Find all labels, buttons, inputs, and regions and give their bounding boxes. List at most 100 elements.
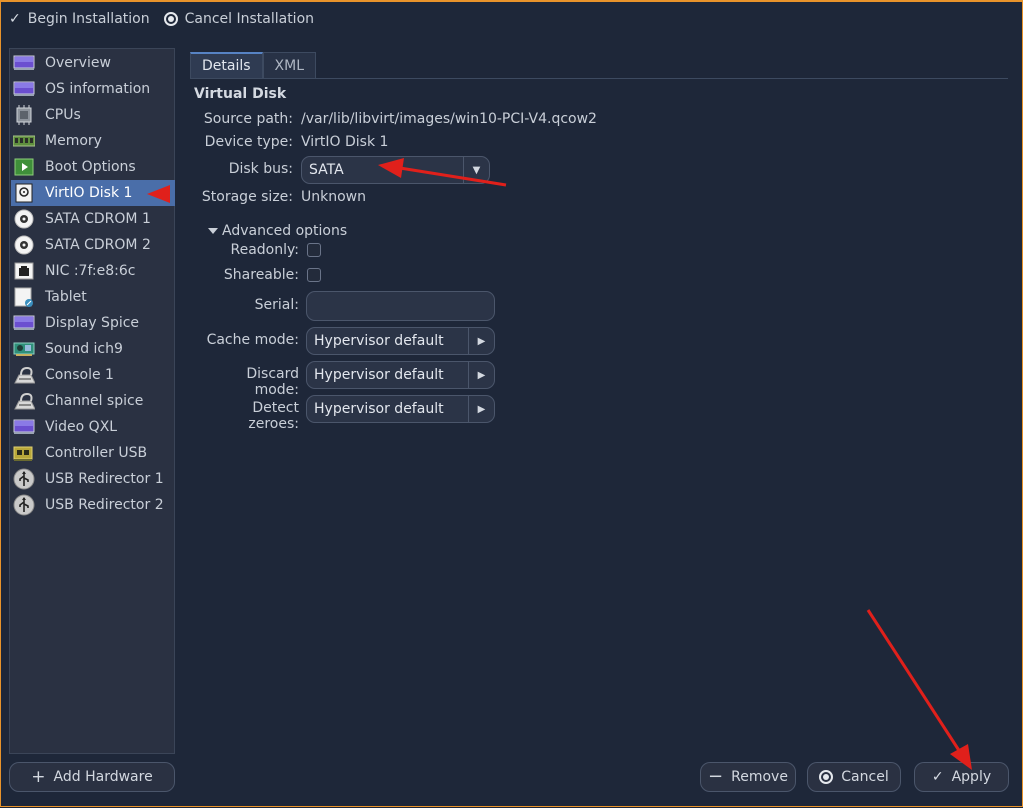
advanced-options-expander[interactable]: Advanced options (208, 223, 347, 239)
video-icon (13, 417, 35, 437)
begin-installation-button[interactable]: ✓ Begin Installation (9, 6, 150, 32)
sidebar-item-label: Channel spice (45, 393, 144, 409)
sidebar-item-sound-ich9[interactable]: Sound ich9 (11, 336, 175, 362)
storage-size-value: Unknown (301, 189, 366, 205)
sidebar-item-label: Boot Options (45, 159, 136, 175)
sidebar-item-label: SATA CDROM 2 (45, 237, 151, 253)
apply-label: Apply (951, 769, 992, 785)
sound-card-icon (13, 339, 35, 359)
discard-mode-select[interactable]: Hypervisor default ▶ (306, 361, 495, 389)
device-type-label: Device type: (204, 134, 293, 150)
sidebar-item-os-information[interactable]: OS information (11, 76, 175, 102)
sidebar-item-label: SATA CDROM 1 (45, 211, 151, 227)
cancel-label: Cancel (841, 769, 889, 785)
tab-label: XML (274, 57, 305, 74)
detail-tabs: Details XML (190, 52, 317, 79)
sidebar-item-usb-redirector-2[interactable]: USB Redirector 2 (11, 492, 175, 518)
sidebar-item-video-qxl[interactable]: Video QXL (11, 414, 175, 440)
sidebar-item-overview[interactable]: Overview (11, 50, 175, 76)
add-hardware-button[interactable]: + Add Hardware (9, 762, 175, 792)
detect-zeroes-label: Detect zeroes: (248, 400, 299, 432)
cancel-installation-button[interactable]: Cancel Installation (163, 6, 315, 32)
sidebar-item-cpus[interactable]: CPUs (11, 102, 175, 128)
chevron-right-icon: ▶ (468, 328, 494, 354)
disk-bus-select[interactable]: SATA ▼ (301, 156, 490, 184)
plus-icon: + (31, 766, 46, 787)
sidebar-item-label: Overview (45, 55, 111, 71)
sidebar-item-label: USB Redirector 1 (45, 471, 164, 487)
add-hardware-label: Add Hardware (53, 769, 153, 785)
checkmark-icon: ✓ (931, 769, 944, 785)
display-icon (13, 313, 35, 333)
memory-icon (13, 131, 35, 151)
disk-bus-value: SATA (309, 162, 344, 178)
serial-label: Serial: (254, 297, 299, 313)
expander-triangle-icon (208, 228, 218, 234)
sidebar-item-label: NIC :7f:e8:6c (45, 263, 136, 279)
chevron-right-icon: ▶ (468, 396, 494, 422)
detect-zeroes-select[interactable]: Hypervisor default ▶ (306, 395, 495, 423)
source-path-label: Source path: (203, 111, 293, 127)
sidebar-item-sata-cdrom-1[interactable]: SATA CDROM 1 (11, 206, 175, 232)
controller-icon (13, 443, 35, 463)
apply-button[interactable]: ✓ Apply (914, 762, 1009, 792)
hardware-list: Overview OS information CPUs Memory Boot… (9, 48, 175, 754)
sidebar-item-label: VirtIO Disk 1 (45, 185, 133, 201)
sidebar-item-memory[interactable]: Memory (11, 128, 175, 154)
sidebar-item-channel-spice[interactable]: Channel spice (11, 388, 175, 414)
tab-details[interactable]: Details (190, 52, 263, 78)
section-title: Virtual Disk (194, 86, 287, 102)
sidebar-item-virtio-disk-1[interactable]: VirtIO Disk 1 (11, 180, 175, 206)
sidebar-item-label: CPUs (45, 107, 81, 123)
remove-label: Remove (731, 769, 788, 785)
advanced-options-label: Advanced options (222, 223, 348, 239)
sidebar-item-label: Display Spice (45, 315, 140, 331)
sidebar-item-controller-usb[interactable]: Controller USB (11, 440, 175, 466)
readonly-label: Readonly: (230, 242, 300, 258)
chevron-right-icon: ▶ (468, 362, 494, 388)
sidebar-item-label: Console 1 (45, 367, 114, 383)
serial-field[interactable] (306, 291, 495, 321)
cache-mode-value: Hypervisor default (314, 333, 444, 349)
sidebar-item-usb-redirector-1[interactable]: USB Redirector 1 (11, 466, 175, 492)
serial-icon (13, 391, 35, 411)
begin-installation-label: Begin Installation (27, 11, 150, 27)
cancel-installation-label: Cancel Installation (184, 11, 315, 27)
sidebar-item-label: OS information (45, 81, 151, 97)
cpu-icon (13, 105, 35, 125)
shareable-checkbox[interactable] (307, 268, 321, 282)
sidebar-item-sata-cdrom-2[interactable]: SATA CDROM 2 (11, 232, 175, 258)
cache-mode-select[interactable]: Hypervisor default ▶ (306, 327, 495, 355)
tablet-icon (13, 287, 35, 307)
cache-mode-label: Cache mode: (206, 332, 299, 348)
detect-zeroes-value: Hypervisor default (314, 401, 444, 417)
checkmark-icon: ✓ (9, 11, 21, 27)
sidebar-item-label: Tablet (45, 289, 87, 305)
remove-button[interactable]: − Remove (700, 762, 796, 792)
monitor-icon (13, 79, 35, 99)
usb-icon (13, 494, 35, 516)
tab-label: Details (202, 58, 251, 74)
sidebar-item-boot-options[interactable]: Boot Options (11, 154, 175, 180)
disk-bus-label: Disk bus: (228, 161, 293, 177)
shareable-label: Shareable: (223, 267, 299, 283)
sidebar-item-display-spice[interactable]: Display Spice (11, 310, 175, 336)
sidebar-item-label: USB Redirector 2 (45, 497, 164, 513)
monitor-icon (13, 53, 35, 73)
sidebar-item-label: Video QXL (45, 419, 118, 435)
cancel-button[interactable]: Cancel (807, 762, 901, 792)
toolbar: ✓ Begin Installation Cancel Installation (0, 2, 1023, 36)
sidebar-item-console-1[interactable]: Console 1 (11, 362, 175, 388)
tab-divider (190, 78, 1008, 79)
serial-icon (13, 365, 35, 385)
readonly-checkbox[interactable] (307, 243, 321, 257)
disk-icon (13, 183, 35, 203)
sidebar-item-tablet[interactable]: Tablet (11, 284, 175, 310)
network-icon (13, 261, 35, 281)
cdrom-icon (13, 209, 35, 229)
sidebar-item-label: Controller USB (45, 445, 148, 461)
sidebar-item-nic[interactable]: NIC :7f:e8:6c (11, 258, 175, 284)
usb-icon (13, 468, 35, 490)
cancel-circle-icon (163, 12, 178, 26)
tab-xml[interactable]: XML (262, 52, 317, 78)
